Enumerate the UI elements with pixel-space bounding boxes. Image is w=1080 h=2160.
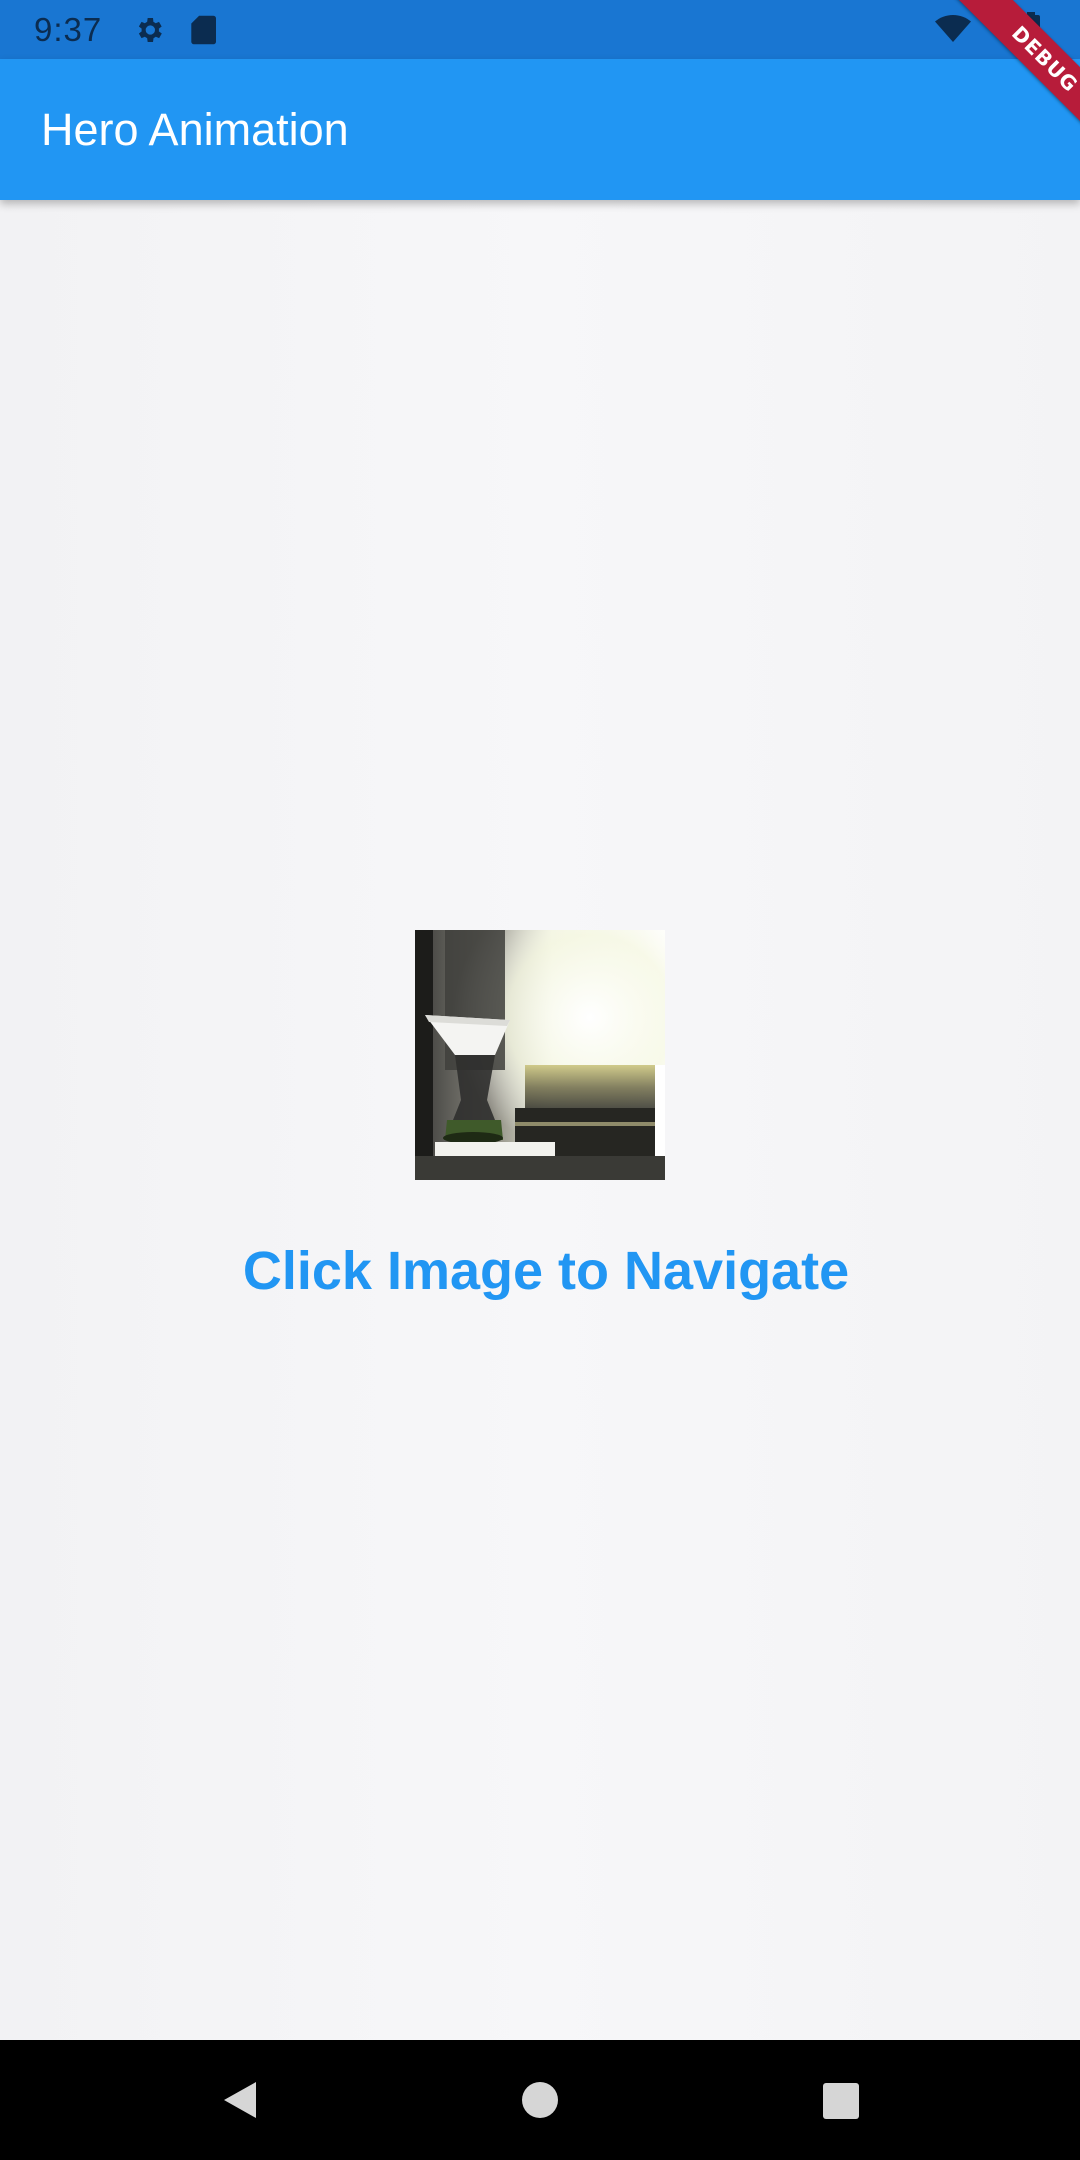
sd-card-icon (191, 15, 216, 45)
page-title: Hero Animation (41, 104, 349, 155)
navigate-instruction: Click Image to Navigate (242, 1241, 850, 1301)
back-icon[interactable] (222, 2080, 258, 2120)
coffee-pour-over-photo (415, 930, 665, 1180)
wifi-icon (935, 15, 971, 42)
recents-icon[interactable] (823, 2083, 859, 2119)
status-time: 9:37 (34, 11, 103, 48)
app-screen: 9:37 Hero Animation DEBUG Click Image to… (0, 0, 1080, 2160)
hero-image[interactable] (415, 930, 665, 1180)
status-bar: 9:37 (0, 0, 1080, 59)
main-content: Click Image to Navigate (0, 200, 1080, 2040)
system-navigation-bar (0, 2040, 1080, 2160)
app-bar: Hero Animation (0, 59, 1080, 200)
gear-icon (138, 18, 162, 42)
home-icon[interactable] (522, 2082, 558, 2118)
